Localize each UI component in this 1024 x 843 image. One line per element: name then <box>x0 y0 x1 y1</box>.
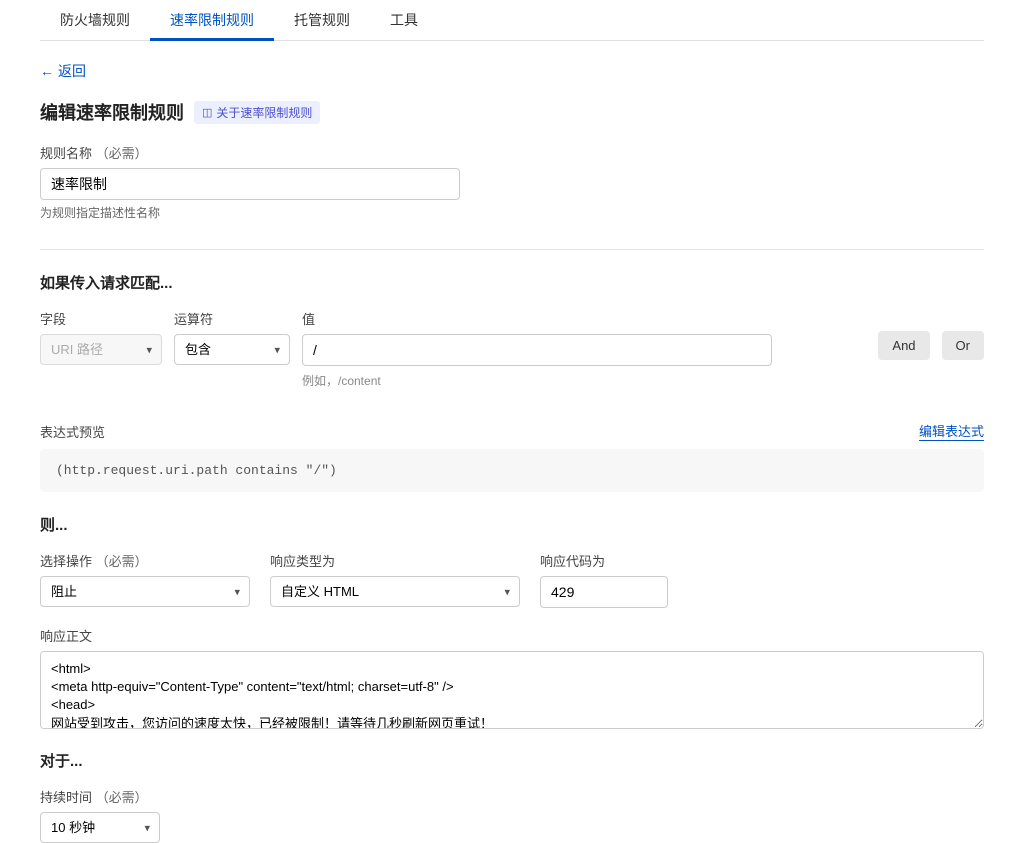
back-label: 返回 <box>58 61 86 81</box>
and-button[interactable]: And <box>878 331 929 360</box>
tabs: 防火墙规则 速率限制规则 托管规则 工具 <box>40 0 984 41</box>
match-section-title: 如果传入请求匹配... <box>40 272 984 293</box>
rule-name-input[interactable] <box>40 168 460 200</box>
field-label: 字段 <box>40 309 162 328</box>
back-arrow-icon: ← <box>40 63 54 79</box>
action-label: 选择操作 （必需） <box>40 551 250 570</box>
duration-label: 持续时间 （必需） <box>40 787 984 806</box>
edit-expression-link[interactable]: 编辑表达式 <box>919 421 984 441</box>
tab-rate-limit-rules[interactable]: 速率限制规则 <box>150 0 274 40</box>
tab-firewall-rules[interactable]: 防火墙规则 <box>40 0 150 40</box>
response-type-label: 响应类型为 <box>270 551 520 570</box>
or-button[interactable]: Or <box>942 331 984 360</box>
action-select[interactable]: 阻止 <box>40 576 250 607</box>
tab-managed-rules[interactable]: 托管规则 <box>274 0 370 40</box>
expression-preview: (http.request.uri.path contains "/") <box>40 449 984 492</box>
divider <box>40 249 984 250</box>
value-example: 例如，/content <box>302 372 866 389</box>
rule-name-label: 规则名称 （必需） <box>40 143 984 162</box>
about-badge[interactable]: ◫ 关于速率限制规则 <box>194 101 320 124</box>
operator-select[interactable]: 包含 <box>174 334 290 365</box>
operator-label: 运算符 <box>174 309 290 328</box>
response-body-textarea[interactable] <box>40 651 984 729</box>
response-type-select[interactable]: 自定义 HTML <box>270 576 520 607</box>
duration-select[interactable]: 10 秒钟 <box>40 812 160 843</box>
field-select: URI 路径 <box>40 334 162 365</box>
response-code-input[interactable] <box>540 576 668 608</box>
expression-preview-label: 表达式预览 <box>40 422 105 441</box>
value-label: 值 <box>302 309 866 328</box>
for-section-title: 对于... <box>40 750 984 771</box>
response-code-label: 响应代码为 <box>540 551 668 570</box>
value-input[interactable] <box>302 334 772 366</box>
response-body-label: 响应正文 <box>40 626 984 645</box>
rule-name-hint: 为规则指定描述性名称 <box>40 204 984 221</box>
badge-label: 关于速率限制规则 <box>216 104 312 121</box>
back-link[interactable]: ← 返回 <box>40 61 86 81</box>
tab-tools[interactable]: 工具 <box>370 0 438 40</box>
page-title: 编辑速率限制规则 <box>40 99 184 125</box>
info-icon: ◫ <box>202 106 212 119</box>
then-section-title: 则... <box>40 514 984 535</box>
